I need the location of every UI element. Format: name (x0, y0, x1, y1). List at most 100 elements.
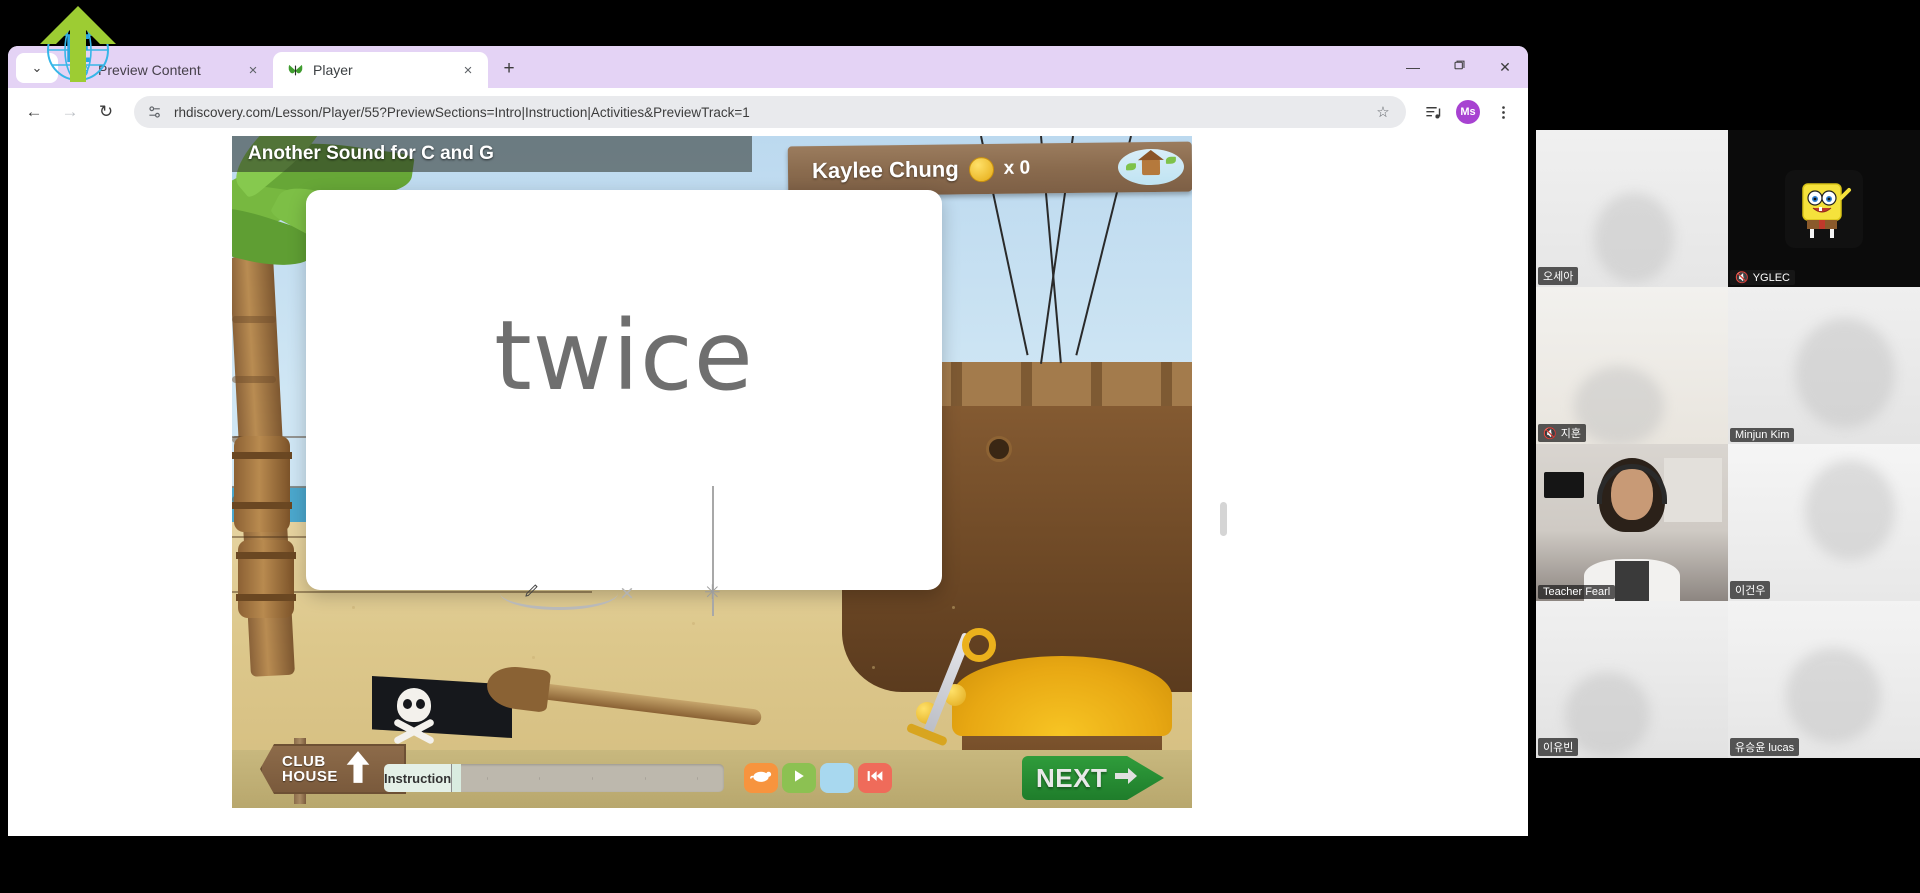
turtle-icon (750, 768, 772, 789)
profile-avatar[interactable]: Ms (1456, 100, 1480, 124)
participant-tile[interactable]: 오세아 (1536, 130, 1728, 287)
right-arrow-icon (1113, 765, 1139, 792)
teacher-video-feed (1536, 444, 1728, 601)
forward-arrow-icon: → (61, 102, 79, 121)
treehouse-avatar-icon[interactable] (1117, 148, 1185, 186)
participant-name: YGLEC (1752, 271, 1790, 284)
participant-tile[interactable]: 🔇 지훈 (1536, 287, 1728, 444)
tab-title: Player (313, 62, 353, 78)
next-label: NEXT (1036, 762, 1108, 793)
play-button[interactable] (782, 763, 816, 793)
participant-name-badge: 이유빈 (1538, 738, 1579, 756)
participant-grid: 오세아 🔇 YGLEC 🔇 지훈 Minjun Kim Teacher Fear… (1536, 130, 1920, 758)
blank-button[interactable] (820, 763, 854, 793)
forward-button[interactable]: → (54, 96, 86, 128)
skull-icon (397, 688, 431, 722)
pencil-cursor-icon (524, 582, 540, 598)
up-arrow-icon (344, 750, 372, 789)
play-icon (791, 768, 807, 789)
back-arrow-icon: ← (25, 102, 43, 121)
spongebob-avatar (1785, 169, 1863, 248)
clubhouse-label-line1: CLUB (282, 753, 326, 770)
reload-icon: ↻ (98, 102, 114, 121)
screen: ⌄ Preview Content × Player × + — ✕ ← → ↻… (0, 0, 1920, 893)
close-window-button[interactable]: ✕ (1482, 46, 1528, 88)
participant-name: 이건우 (1735, 585, 1766, 597)
media-control-icon[interactable] (1418, 97, 1448, 127)
participant-name-badge: 유승윤 lucas (1730, 738, 1800, 756)
rewind-button[interactable] (858, 763, 892, 793)
lesson-title: Another Sound for C and G (232, 136, 752, 172)
maximize-button[interactable] (1436, 46, 1482, 88)
participant-name: 이유빈 (1543, 742, 1574, 754)
progress-section-label: Instruction (384, 764, 453, 792)
participant-tile[interactable]: 이유빈 (1536, 601, 1728, 758)
student-name: Kaylee Chung (811, 156, 959, 184)
participant-name: Minjun Kim (1735, 429, 1790, 441)
participant-name-badge: Teacher Fearl (1538, 585, 1616, 599)
participant-name-badge: 🔇 지훈 (1538, 424, 1586, 442)
tab-player[interactable]: Player × (273, 52, 488, 88)
browser-toolbar: ← → ↻ rhdiscovery.com/Lesson/Player/55?P… (8, 88, 1528, 136)
url-text[interactable]: rhdiscovery.com/Lesson/Player/55?Preview… (174, 105, 1362, 120)
coin-icon (968, 156, 994, 182)
speed-turtle-button[interactable] (744, 763, 778, 793)
activity-card[interactable]: twice × ✳ (306, 190, 942, 616)
participant-name: 유승윤 lucas (1735, 742, 1795, 754)
barrel (232, 436, 292, 532)
new-tab-button[interactable]: + (494, 54, 524, 84)
maximize-icon (1453, 59, 1466, 75)
close-icon[interactable]: × (458, 60, 478, 80)
participant-tile-active-speaker[interactable]: Teacher Fearl (1536, 444, 1728, 601)
participant-name: 지훈 (1560, 428, 1581, 440)
browser-window: ⌄ Preview Content × Player × + — ✕ ← → ↻… (8, 46, 1528, 836)
page-resize-handle[interactable] (1220, 502, 1227, 536)
rewind-icon (866, 768, 884, 789)
target-word: twice (494, 300, 754, 412)
address-bar[interactable]: rhdiscovery.com/Lesson/Player/55?Preview… (134, 96, 1406, 128)
site-settings-icon[interactable] (146, 103, 164, 121)
participant-name-badge: Minjun Kim (1730, 428, 1795, 442)
participant-name-badge: 이건우 (1730, 581, 1771, 599)
progress-fill (452, 764, 461, 792)
star-mark-icon: ✳ (704, 580, 721, 604)
star-icon[interactable]: ☆ (1372, 101, 1394, 123)
blend-swoop-mark (500, 576, 618, 610)
participant-name-badge: 🔇 YGLEC (1730, 270, 1795, 285)
window-controls: — ✕ (1390, 46, 1528, 88)
back-button[interactable]: ← (18, 96, 50, 128)
participant-tile[interactable]: Minjun Kim (1728, 287, 1920, 444)
participant-tile[interactable]: 🔇 YGLEC (1728, 130, 1920, 287)
gold-ring (962, 628, 996, 662)
participant-name: 오세아 (1543, 271, 1574, 283)
page-content: Another Sound for C and G Kaylee Chung x… (8, 136, 1528, 836)
tab-strip: ⌄ Preview Content × Player × + — ✕ (8, 46, 1528, 88)
word-display: twice (306, 308, 942, 404)
kebab-menu-icon[interactable] (1488, 97, 1518, 127)
participant-tile[interactable]: 이건우 (1728, 444, 1920, 601)
participant-name-badge: 오세아 (1538, 267, 1579, 285)
student-name-sign: Kaylee Chung x 0 (787, 141, 1192, 197)
participant-tile[interactable]: 유승윤 lucas (1728, 601, 1920, 758)
minimize-icon: — (1406, 59, 1420, 75)
gold-pile (952, 656, 1172, 736)
participant-name: Teacher Fearl (1543, 586, 1611, 598)
barrel (236, 540, 296, 618)
close-icon[interactable]: × (243, 60, 263, 80)
plus-icon: + (503, 58, 515, 79)
minimize-button[interactable]: — (1390, 46, 1436, 88)
mic-muted-icon: 🔇 (1543, 427, 1557, 440)
video-conference-panel: 오세아 🔇 YGLEC 🔇 지훈 Minjun Kim Teacher Fear… (1536, 130, 1920, 758)
coin-count: x 0 (1003, 157, 1031, 179)
green-arrow-globe-logo: E (30, 2, 126, 88)
cross-mark-icon: × (619, 582, 635, 604)
reload-button[interactable]: ↻ (90, 96, 122, 128)
lesson-bottom-bar: CLUB HOUSE Instruction NEXT (232, 738, 1192, 808)
section-progress-bar[interactable]: Instruction (384, 764, 724, 792)
lesson-stage: Another Sound for C and G Kaylee Chung x… (232, 136, 1192, 808)
mic-muted-icon: 🔇 (1735, 272, 1749, 284)
next-button[interactable]: NEXT (1022, 756, 1164, 800)
close-icon: ✕ (1499, 58, 1511, 75)
clubhouse-label-line2: HOUSE (282, 768, 338, 785)
butterfly-icon (287, 62, 304, 79)
